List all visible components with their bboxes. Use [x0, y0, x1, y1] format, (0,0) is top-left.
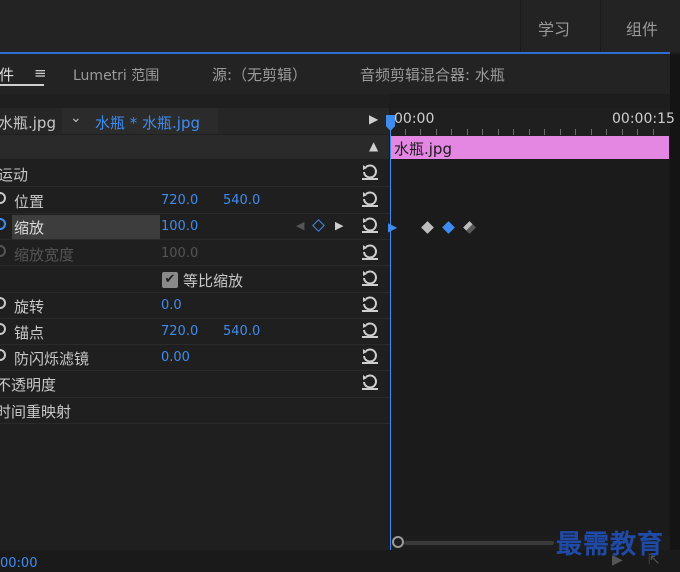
- motion-row[interactable]: 运动: [0, 161, 389, 187]
- panel-edge: [670, 54, 680, 572]
- play-triangle-icon[interactable]: ▶: [369, 112, 378, 126]
- time-ruler[interactable]: 00:00 00:00:15: [391, 108, 675, 136]
- active-tab-indicator: [0, 84, 44, 86]
- stopwatch-icon[interactable]: [0, 297, 6, 309]
- stopwatch-icon: [0, 245, 6, 257]
- reset-icon[interactable]: [361, 163, 379, 181]
- ruler-tick: [637, 129, 638, 135]
- tab-audio-clip-mixer[interactable]: 音频剪辑混合器: 水瓶: [360, 64, 505, 85]
- reset-icon[interactable]: [361, 190, 379, 208]
- antiflicker-label: 防闪烁滤镜: [14, 350, 90, 368]
- add-keyframe-icon[interactable]: [312, 219, 325, 232]
- position-y-value[interactable]: 540.0: [223, 193, 260, 208]
- prev-keyframe-icon[interactable]: ◀: [296, 219, 304, 232]
- stopwatch-icon[interactable]: [0, 349, 6, 361]
- divider: [520, 0, 521, 52]
- workspace-components[interactable]: 组件: [626, 16, 658, 40]
- reset-icon[interactable]: [361, 243, 379, 261]
- scrollbar-track[interactable]: [404, 541, 554, 545]
- workspace-bar: 学习 组件: [0, 0, 680, 52]
- opacity-row[interactable]: 不透明度: [0, 371, 389, 397]
- effect-timeline[interactable]: [391, 108, 670, 550]
- anchor-label: 锚点: [14, 324, 45, 342]
- section-time-remap: 时间重映射: [0, 403, 72, 421]
- sequence-clip-dropdown[interactable]: ⌄ 水瓶 * 水瓶.jpg: [62, 108, 218, 134]
- watermark-logo: 最需教育: [556, 530, 665, 560]
- scale-row: 缩放 100.0 ◀ ▶: [0, 214, 389, 240]
- position-x-value[interactable]: 720.0: [161, 193, 198, 208]
- ruler-tick: [653, 129, 654, 135]
- tab-effect-controls[interactable]: 控件: [0, 64, 14, 85]
- scale-label: 缩放: [14, 219, 45, 237]
- current-time[interactable]: 00:00: [0, 556, 37, 571]
- reset-icon[interactable]: [361, 373, 379, 391]
- position-label: 位置: [14, 193, 45, 211]
- uniform-scale-checkbox[interactable]: ✔: [162, 272, 178, 288]
- rotation-label: 旋转: [14, 298, 45, 316]
- section-opacity: 不透明度: [0, 376, 57, 394]
- panel-menu-icon[interactable]: ≡: [34, 64, 47, 82]
- ruler-tick: [529, 129, 530, 135]
- divider: [600, 0, 601, 52]
- uniform-scale-row: ✔ 等比缩放: [0, 267, 389, 293]
- ruler-tick: [498, 129, 499, 135]
- position-row: 位置 720.0 540.0: [0, 188, 389, 214]
- reset-icon[interactable]: [361, 321, 379, 339]
- ruler-tick: [420, 129, 421, 135]
- collapse-arrow-icon[interactable]: ▲: [369, 139, 378, 153]
- workspace-learn[interactable]: 学习: [538, 16, 570, 40]
- ruler-tick: [451, 129, 452, 135]
- next-keyframe-icon[interactable]: ▶: [335, 219, 343, 232]
- ruler-tick: [405, 129, 406, 135]
- anchor-row: 锚点 720.0 540.0: [0, 319, 389, 345]
- section-motion: 运动: [0, 166, 29, 184]
- playhead-line: [390, 118, 391, 550]
- scale-width-row: 缩放宽度 100.0: [0, 241, 389, 267]
- scale-width-value: 100.0: [161, 246, 199, 261]
- stopwatch-icon[interactable]: [0, 192, 6, 204]
- ruler-tick: [513, 129, 514, 135]
- ruler-tick: [560, 129, 561, 135]
- panel-tab-bar: 控件 ≡ Lumetri 范围 源:（无剪辑） 音频剪辑混合器: 水瓶: [0, 54, 670, 94]
- antiflicker-value[interactable]: 0.00: [161, 350, 190, 365]
- ruler-tick: [544, 129, 545, 135]
- scale-value[interactable]: 100.0: [161, 219, 198, 234]
- reset-icon[interactable]: [361, 216, 379, 234]
- timeline-clip-label: 水瓶.jpg: [394, 140, 452, 158]
- tab-source[interactable]: 源:（无剪辑）: [212, 64, 307, 85]
- ruler-tick: [467, 129, 468, 135]
- scale-width-label: 缩放宽度: [14, 246, 75, 264]
- uniform-scale-label: 等比缩放: [183, 272, 244, 290]
- timeline-clip[interactable]: 水瓶.jpg: [391, 136, 669, 159]
- master-clip-name[interactable]: 水瓶.jpg: [0, 112, 56, 133]
- anchor-y-value[interactable]: 540.0: [223, 324, 260, 339]
- ruler-tick: [622, 129, 623, 135]
- ruler-tick: [482, 129, 483, 135]
- keyframe-marker[interactable]: ▶: [388, 220, 397, 234]
- ruler-tick: [606, 129, 607, 135]
- sequence-clip-name: 水瓶 * 水瓶.jpg: [95, 114, 201, 132]
- ruler-tick: [591, 129, 592, 135]
- rotation-row: 旋转 0.0: [0, 293, 389, 319]
- tab-lumetri-scopes[interactable]: Lumetri 范围: [73, 65, 159, 85]
- stopwatch-icon[interactable]: [0, 218, 6, 230]
- rotation-value[interactable]: 0.0: [161, 298, 182, 313]
- reset-icon[interactable]: [361, 295, 379, 313]
- stopwatch-icon[interactable]: [0, 323, 6, 335]
- ruler-tick: [575, 129, 576, 135]
- video-effects-header: ▲: [0, 135, 389, 159]
- ruler-start-time: 00:00: [394, 111, 435, 127]
- time-remap-row[interactable]: 时间重映射: [0, 398, 389, 424]
- antiflicker-row: 防闪烁滤镜 0.00: [0, 345, 389, 371]
- scrollbar-handle[interactable]: [392, 536, 404, 548]
- chevron-down-icon: ⌄: [70, 110, 82, 126]
- ruler-end-time: 00:00:15: [612, 111, 675, 127]
- reset-icon[interactable]: [361, 269, 379, 287]
- reset-icon[interactable]: [361, 347, 379, 365]
- ruler-tick: [436, 129, 437, 135]
- anchor-x-value[interactable]: 720.0: [161, 324, 198, 339]
